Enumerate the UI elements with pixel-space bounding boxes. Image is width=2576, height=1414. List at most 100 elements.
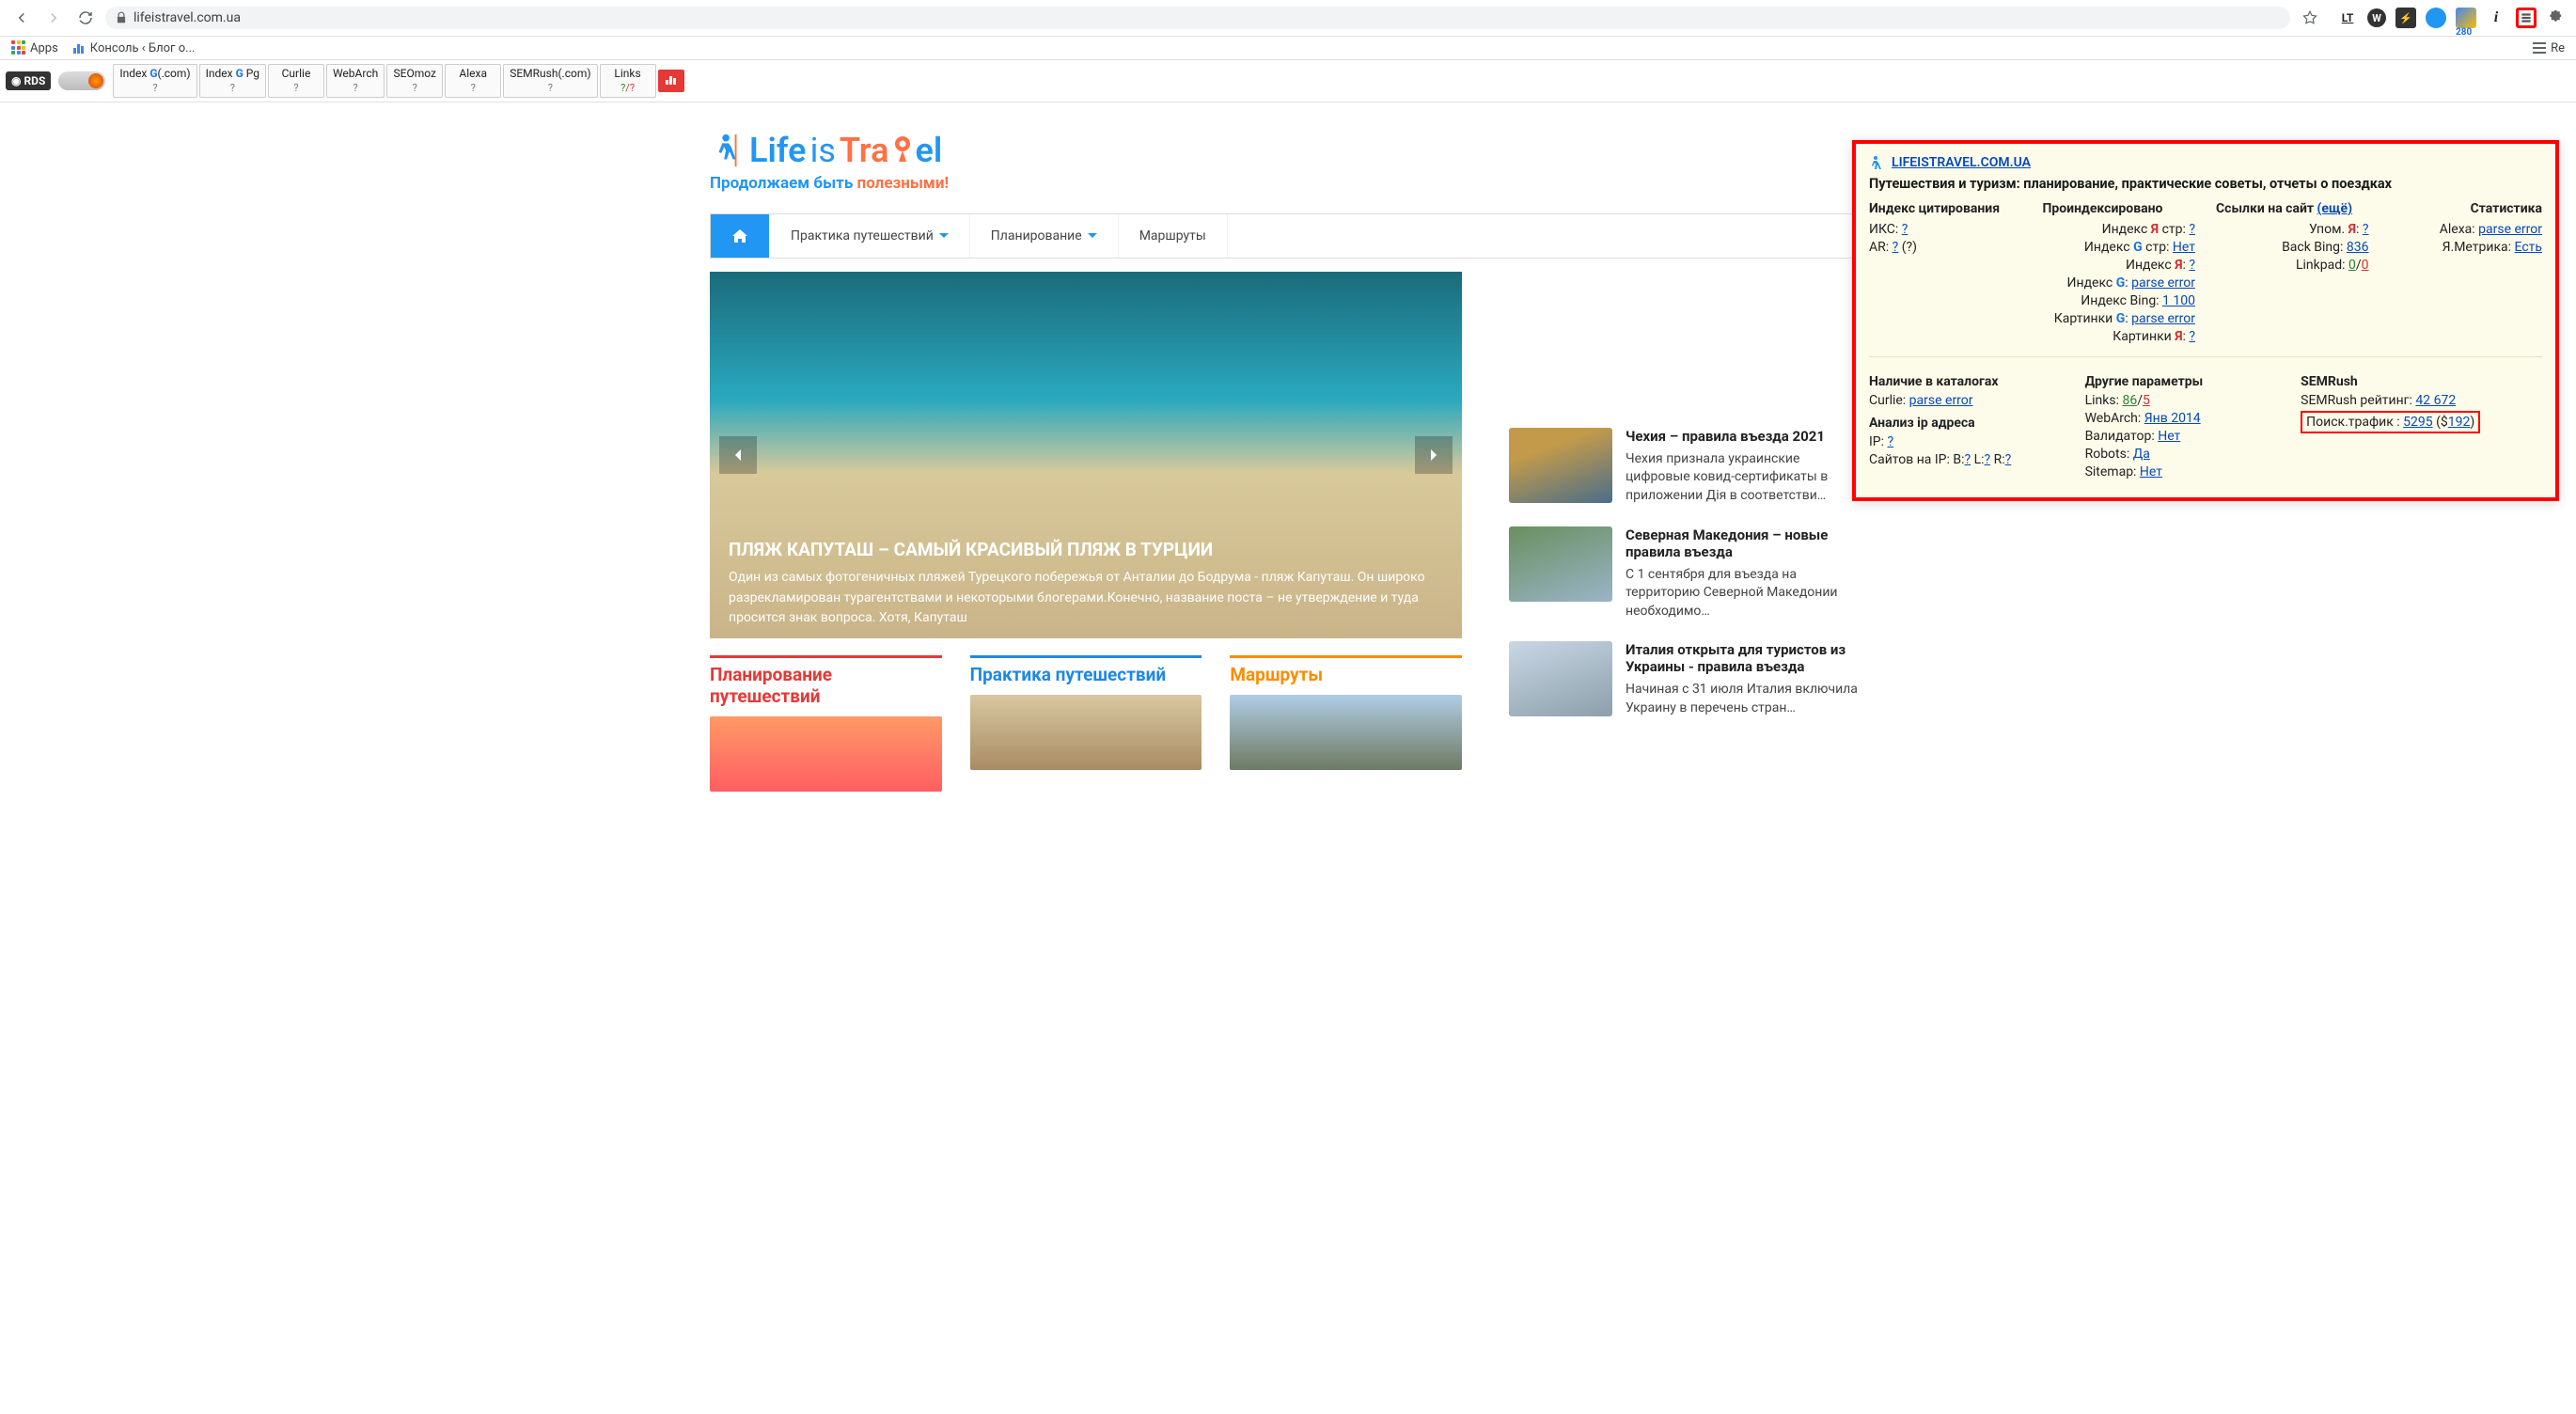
bookmarks-bar: Apps Консоль ‹ Блог о... Re <box>0 37 2576 60</box>
sitemap-val[interactable]: Нет <box>2140 464 2162 479</box>
ext-280-icon[interactable] <box>2456 8 2476 28</box>
pin-icon <box>893 134 912 167</box>
carousel-next[interactable] <box>1415 436 1453 474</box>
links-more[interactable]: (ещё) <box>2317 201 2353 216</box>
thumb <box>1509 641 1612 716</box>
main-nav: Практика путешествий Планирование Маршру… <box>710 213 1866 259</box>
apps-label: Apps <box>30 41 58 55</box>
article-text: С 1 сентября для въезда на территорию Се… <box>1626 566 1866 621</box>
idx-g[interactable]: parse error <box>2131 275 2195 291</box>
nav-home[interactable] <box>711 214 770 258</box>
img-g[interactable]: parse error <box>2131 311 2195 326</box>
robots-val[interactable]: Да <box>2133 447 2150 462</box>
address-bar[interactable]: lifeistravel.com.ua <box>105 7 2290 29</box>
hero-text: Один из самых фотогеничных пляжей Турецк… <box>729 568 1443 629</box>
ip-val[interactable]: ? <box>1888 434 1894 449</box>
links-b[interactable]: 5 <box>2143 393 2150 408</box>
article-text: Чехия признала украинские цифровые ковид… <box>1626 450 1866 506</box>
validator-val[interactable]: Нет <box>2158 429 2180 444</box>
col-catalogs-ip: Наличие в каталогах Curlie: parse error … <box>1869 367 2055 482</box>
sem-rank[interactable]: 42 672 <box>2415 393 2456 408</box>
metrika-val[interactable]: Есть <box>2515 240 2543 255</box>
sem-cost[interactable]: 192 <box>2448 415 2471 430</box>
linkpad-a[interactable]: 0 <box>2348 258 2356 273</box>
apps-button[interactable]: Apps <box>11 40 58 55</box>
ext-globe-icon[interactable] <box>2426 8 2446 28</box>
thumb <box>1509 428 1612 503</box>
home-icon <box>731 228 748 244</box>
idx-ya[interactable]: ? <box>2189 258 2195 273</box>
overlay-title: Путешествия и туризм: планирование, прак… <box>1869 176 2542 192</box>
nav-planning[interactable]: Планирование <box>970 214 1119 258</box>
col-heading: Проиндексировано <box>2043 201 2196 216</box>
curlie-val[interactable]: parse error <box>1909 393 1973 408</box>
idx-ya-str[interactable]: ? <box>2189 222 2195 237</box>
bookmark-konsol[interactable]: Консоль ‹ Блог о... <box>71 40 196 55</box>
chevron-down-icon <box>939 233 949 239</box>
col-other: Другие параметры Links: 86/5 WebArch: Ян… <box>2085 367 2271 482</box>
hero-carousel: ПЛЯЖ КАПУТАШ – САМЫЙ КРАСИВЫЙ ПЛЯЖ В ТУР… <box>710 272 1462 638</box>
col-heading: Анализ ip адреса <box>1869 416 2055 431</box>
sidebar-article[interactable]: Северная Македония – новые правила въезд… <box>1509 526 1866 621</box>
col-stats: Статистика Alexa: parse error Я.Метрика:… <box>2390 201 2543 347</box>
hiker-icon <box>1869 155 1884 170</box>
col-heading: Статистика <box>2390 201 2543 216</box>
col-practice[interactable]: Практика путешествий <box>970 655 1202 792</box>
tb-curlie[interactable]: Curlie? <box>268 64 324 98</box>
col-heading: Ссылки на сайт (ещё) <box>2216 201 2369 216</box>
col-heading: Другие параметры <box>2085 374 2271 389</box>
sem-traffic[interactable]: 5295 <box>2403 415 2432 430</box>
webarch-val[interactable]: Янв 2014 <box>2144 411 2201 426</box>
nav-routes[interactable]: Маршруты <box>1119 214 1228 258</box>
site-header: LifeisTrael Продолжаем быть полезными! <box>710 121 1866 200</box>
ext-info-icon[interactable]: i <box>2486 8 2506 28</box>
rds-toggle[interactable] <box>58 71 105 90</box>
linkpad-b[interactable]: 0 <box>2362 258 2369 273</box>
ext-lt-icon[interactable]: LT <box>2337 8 2358 28</box>
reading-list-button[interactable]: Re <box>2532 40 2565 55</box>
col-heading: SEMRush <box>2301 374 2542 389</box>
forward-button[interactable] <box>41 6 66 30</box>
idx-g-str[interactable]: Нет <box>2173 240 2195 255</box>
col-citation: Индекс цитирования ИКС: ? AR: ? (?) <box>1869 201 2022 347</box>
tb-links[interactable]: Links?/? <box>600 64 656 98</box>
carousel-prev[interactable] <box>719 436 757 474</box>
ext-w-icon[interactable]: W <box>2367 8 2386 27</box>
sidebar-article[interactable]: Чехия – правила въезда 2021Чехия признал… <box>1509 428 1866 506</box>
mentions-ya[interactable]: ? <box>2363 222 2369 237</box>
chevron-left-icon <box>731 448 745 462</box>
idx-bing[interactable]: 1 100 <box>2162 293 2195 308</box>
star-button[interactable] <box>2298 6 2322 30</box>
tb-seomoz[interactable]: SEOmoz? <box>386 64 443 98</box>
hero-title: ПЛЯЖ КАПУТАШ – САМЫЙ КРАСИВЫЙ ПЛЯЖ В ТУР… <box>729 539 1443 560</box>
overlay-site-link[interactable]: LIFEISTRAVEL.COM.UA <box>1892 155 2031 170</box>
iks-value[interactable]: ? <box>1902 222 1908 237</box>
col-routes[interactable]: Маршруты <box>1230 655 1462 792</box>
col-img <box>1230 695 1462 770</box>
reload-button[interactable] <box>73 6 98 30</box>
tb-webarch[interactable]: WebArch? <box>326 64 385 98</box>
back-button[interactable] <box>9 6 34 30</box>
tb-chart[interactable] <box>658 70 684 93</box>
tb-alexa[interactable]: Alexa? <box>445 64 501 98</box>
sidebar-article[interactable]: Италия открыта для туристов из Украины -… <box>1509 641 1866 717</box>
img-ya[interactable]: ? <box>2189 329 2195 344</box>
col-planning[interactable]: Планирование путешествий <box>710 655 942 792</box>
col-indexed: Проиндексировано Индекс Я стр: ? Индекс … <box>2043 201 2196 347</box>
alexa-val[interactable]: parse error <box>2478 222 2542 237</box>
ext-bolt-icon[interactable]: ⚡ <box>2395 8 2416 28</box>
ext-rds-icon[interactable] <box>2516 8 2537 28</box>
links-a[interactable]: 86 <box>2122 393 2137 408</box>
article-title: Северная Македония – новые правила въезд… <box>1626 526 1866 560</box>
back-bing[interactable]: 836 <box>2347 240 2369 255</box>
tb-index-g-com[interactable]: Index G(.com)? <box>113 64 196 98</box>
nav-practice[interactable]: Практика путешествий <box>770 214 970 258</box>
ext-puzzle-icon[interactable] <box>2546 8 2567 28</box>
tb-index-g-pg[interactable]: Index G Pg? <box>199 64 266 98</box>
col-img <box>710 716 942 792</box>
rds-badge[interactable]: ◉RDS <box>6 71 51 90</box>
tb-semrush[interactable]: SEMRush(.com)? <box>503 64 597 98</box>
site-logo[interactable]: LifeisTrael <box>710 131 1866 170</box>
reading-list-label: Re <box>2551 41 2565 55</box>
col-semrush: SEMRush SEMRush рейтинг: 42 672 Поиск.тр… <box>2301 367 2542 482</box>
